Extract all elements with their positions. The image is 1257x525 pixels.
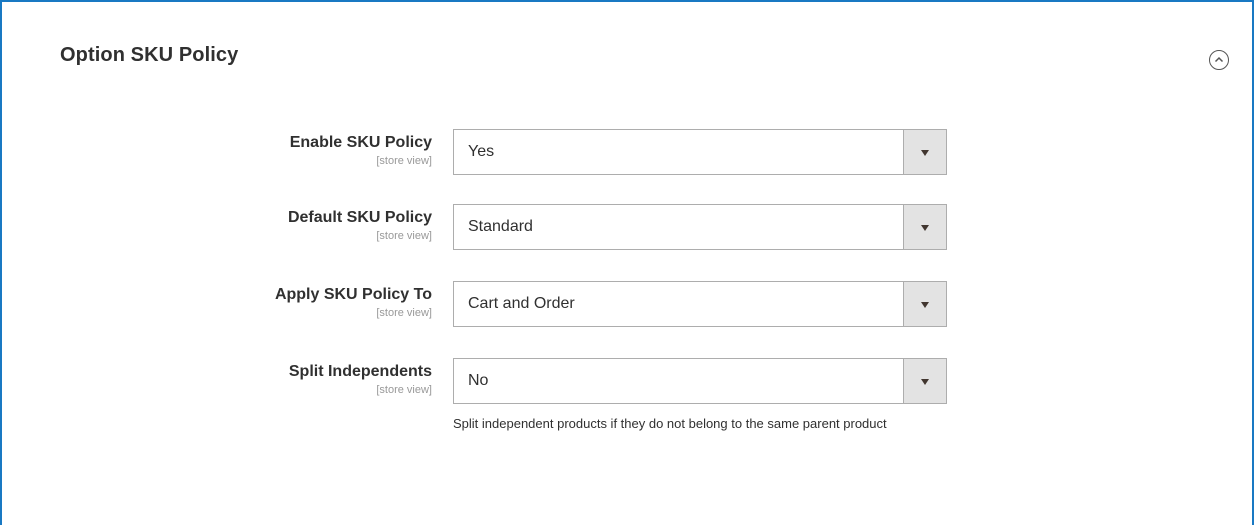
field-row-apply-sku-policy-to: Apply SKU Policy To [store view] Cart an… [2, 281, 1256, 329]
section-title[interactable]: Option SKU Policy [60, 44, 238, 67]
field-label: Split Independents [288, 363, 432, 380]
apply-sku-policy-to-select[interactable]: Cart and Order [453, 281, 947, 327]
field-label: Apply SKU Policy To [274, 286, 432, 303]
select-value: No [468, 372, 489, 389]
caret-down-icon [921, 225, 929, 231]
select-value: Standard [468, 218, 533, 235]
enable-sku-policy-select[interactable]: Yes [453, 129, 947, 175]
field-note: Split independent products if they do no… [453, 416, 887, 431]
field-label-group: Enable SKU Policy [store view] [172, 133, 432, 168]
chevron-up-icon [1214, 56, 1224, 63]
scope-label: [store view] [376, 230, 432, 242]
dropdown-button[interactable] [903, 282, 946, 326]
field-label-group: Apply SKU Policy To [store view] [172, 285, 432, 320]
caret-down-icon [921, 379, 929, 385]
select-value: Cart and Order [468, 295, 575, 312]
config-section-panel: Option SKU Policy Enable SKU Policy [sto… [0, 0, 1254, 525]
scope-label: [store view] [376, 155, 432, 167]
field-label: Enable SKU Policy [289, 134, 432, 151]
caret-down-icon [921, 302, 929, 308]
split-independents-select[interactable]: No [453, 358, 947, 404]
dropdown-button[interactable] [903, 205, 946, 249]
caret-down-icon [921, 150, 929, 156]
field-row-enable-sku-policy: Enable SKU Policy [store view] Yes [2, 129, 1256, 177]
field-label: Default SKU Policy [287, 209, 432, 226]
field-label-group: Default SKU Policy [store view] [172, 208, 432, 243]
collapse-toggle-button[interactable] [1209, 50, 1229, 70]
field-row-split-independents: Split Independents [store view] No Split… [2, 358, 1256, 468]
select-value: Yes [468, 143, 495, 160]
default-sku-policy-select[interactable]: Standard [453, 204, 947, 250]
scope-label: [store view] [376, 384, 432, 396]
dropdown-button[interactable] [903, 130, 946, 174]
field-row-default-sku-policy: Default SKU Policy [store view] Standard [2, 204, 1256, 252]
scope-label: [store view] [376, 307, 432, 319]
dropdown-button[interactable] [903, 359, 946, 403]
field-label-group: Split Independents [store view] [172, 362, 432, 397]
